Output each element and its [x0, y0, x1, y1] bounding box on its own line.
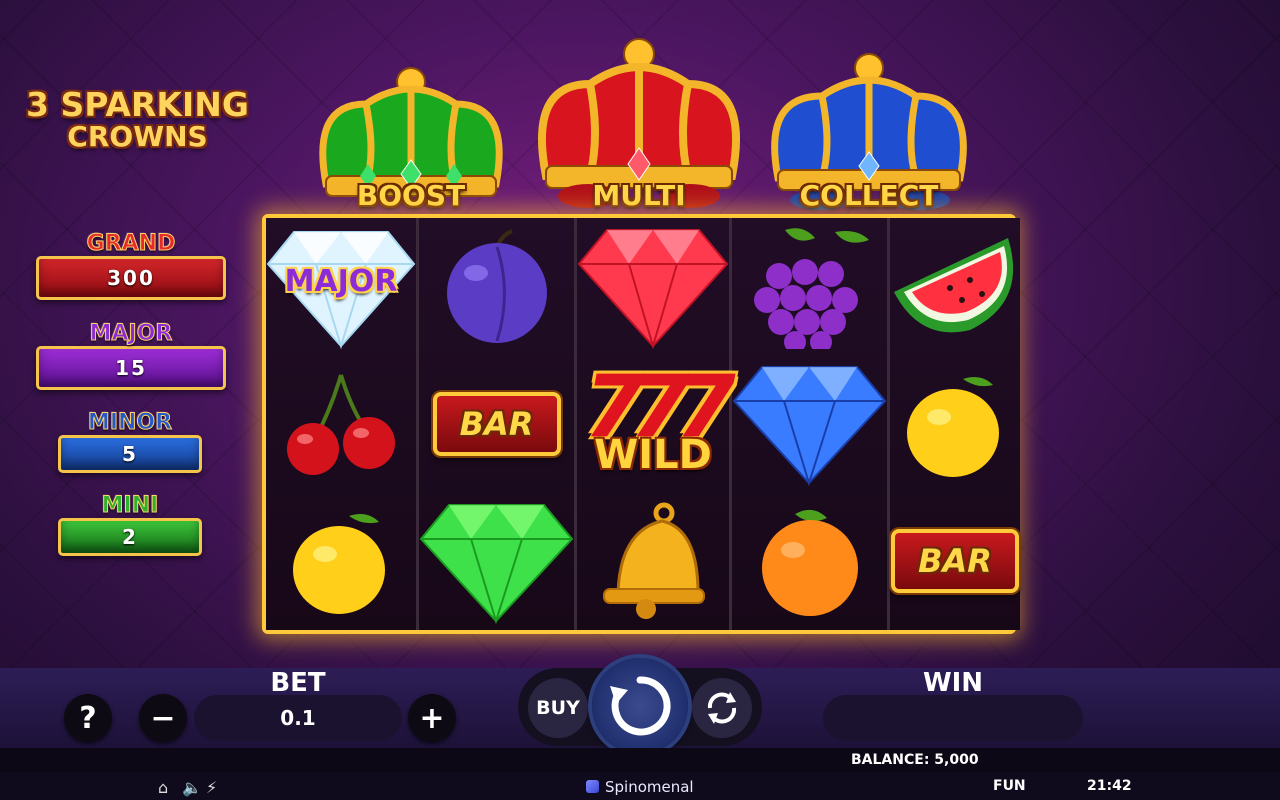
symbol-gem-red	[577, 218, 729, 355]
jackpot-grand-label: GRAND	[86, 231, 176, 256]
plum-icon	[446, 229, 547, 344]
symbol-lemon	[266, 493, 416, 630]
reel-5: BAR	[890, 218, 1020, 630]
symbol-lemon	[890, 355, 1020, 492]
win-title: WIN	[922, 668, 984, 698]
reel-grid: MAJOR BAR 777 WILD BAR	[262, 214, 1020, 634]
symbol-cherry	[266, 355, 416, 492]
jackpot-minor-label: MINOR	[87, 410, 173, 435]
sound-icon[interactable]: 🔈	[182, 778, 202, 797]
crown-boost-label: BOOST	[356, 179, 466, 212]
brand-name: Spinomenal	[605, 778, 694, 796]
lemon-icon	[293, 514, 385, 615]
blue-diamond-icon	[732, 366, 887, 487]
bell-icon	[603, 502, 705, 620]
logo-title-line2: CROWNS	[67, 120, 208, 153]
reel-3: 777 WILD	[577, 218, 736, 630]
clock: 21:42	[1087, 778, 1132, 794]
jackpot-minor: MINOR 5	[58, 410, 202, 473]
bar-label: BAR	[891, 529, 1019, 594]
home-icon[interactable]: ⌂	[158, 778, 168, 797]
symbol-diamond-blue	[732, 355, 887, 492]
bet-increase-button[interactable]: +	[408, 694, 456, 742]
bet-value-field[interactable]: 0.1	[194, 695, 402, 741]
grapes-icon	[753, 228, 869, 350]
spin-button[interactable]	[592, 658, 688, 754]
autoplay-button[interactable]	[692, 678, 752, 738]
bet-decrease-button[interactable]: −	[139, 694, 187, 742]
green-gem-icon	[419, 503, 574, 624]
jackpot-grand-value: 300	[36, 256, 226, 300]
crown-boost: BOOST	[306, 64, 516, 214]
game-logo: 3 SPARKING CROWNS	[10, 88, 265, 151]
watermelon-icon	[894, 237, 1014, 332]
major-label: MAJOR	[284, 264, 398, 299]
symbol-diamond-major: MAJOR	[266, 218, 416, 355]
win-value-field	[823, 695, 1083, 741]
jackpot-mini-label: MINI	[101, 493, 159, 518]
autoplay-icon	[707, 692, 737, 724]
crown-collect: COLLECT	[760, 52, 978, 214]
provider-brand: Spinomenal	[586, 778, 694, 796]
crown-collect-label: COLLECT	[799, 179, 939, 212]
spinomenal-logo-icon	[586, 780, 599, 793]
wild-icon: 777 WILD	[578, 362, 736, 484]
bar-label: BAR	[432, 391, 561, 456]
jackpot-major-value: 15	[36, 346, 226, 390]
crown-multi-label: MULTI	[592, 179, 686, 212]
spin-icon	[610, 676, 671, 736]
lemon-icon	[907, 376, 999, 477]
balance-display: BALANCE: 5,000	[851, 752, 979, 768]
symbol-bar: BAR	[890, 493, 1020, 630]
symbol-bell	[577, 493, 729, 630]
symbol-wild: 777 WILD	[577, 355, 736, 492]
control-bar: ? − BET 0.1 + BUY WIN	[0, 658, 1280, 754]
cherry-icon	[287, 374, 395, 475]
jackpot-grand: GRAND 300	[36, 231, 226, 300]
symbol-bar: BAR	[419, 355, 574, 492]
game-mode: FUN	[993, 778, 1026, 794]
reel-1: MAJOR	[266, 218, 419, 630]
logo-title-line1: 3 SPARKING	[26, 85, 249, 124]
jackpot-mini-value: 2	[58, 518, 202, 556]
jackpot-major-label: MAJOR	[89, 321, 173, 346]
bet-title: BET	[270, 668, 326, 698]
buy-feature-button[interactable]: BUY	[528, 678, 588, 738]
symbol-orange	[732, 493, 887, 630]
footer-bar: ⌂ 🔈 ⚡ Spinomenal FUN 21:42	[0, 772, 1280, 800]
reel-4	[732, 218, 890, 630]
crown-multi: MULTI	[528, 36, 750, 214]
symbol-plum	[419, 218, 574, 355]
orange-icon	[761, 509, 858, 616]
symbol-grapes	[732, 218, 887, 355]
red-gem-icon	[577, 229, 729, 350]
jackpot-minor-value: 5	[58, 435, 202, 473]
jackpot-mini: MINI 2	[58, 493, 202, 556]
balance-row: BALANCE: 5,000	[0, 748, 1280, 772]
reel-2: BAR	[419, 218, 577, 630]
turbo-icon[interactable]: ⚡	[206, 778, 217, 797]
wild-label: WILD	[594, 431, 712, 478]
symbol-gem-green	[419, 493, 574, 630]
help-button[interactable]: ?	[64, 694, 112, 742]
jackpot-major: MAJOR 15	[36, 321, 226, 390]
symbol-watermelon	[890, 218, 1020, 355]
